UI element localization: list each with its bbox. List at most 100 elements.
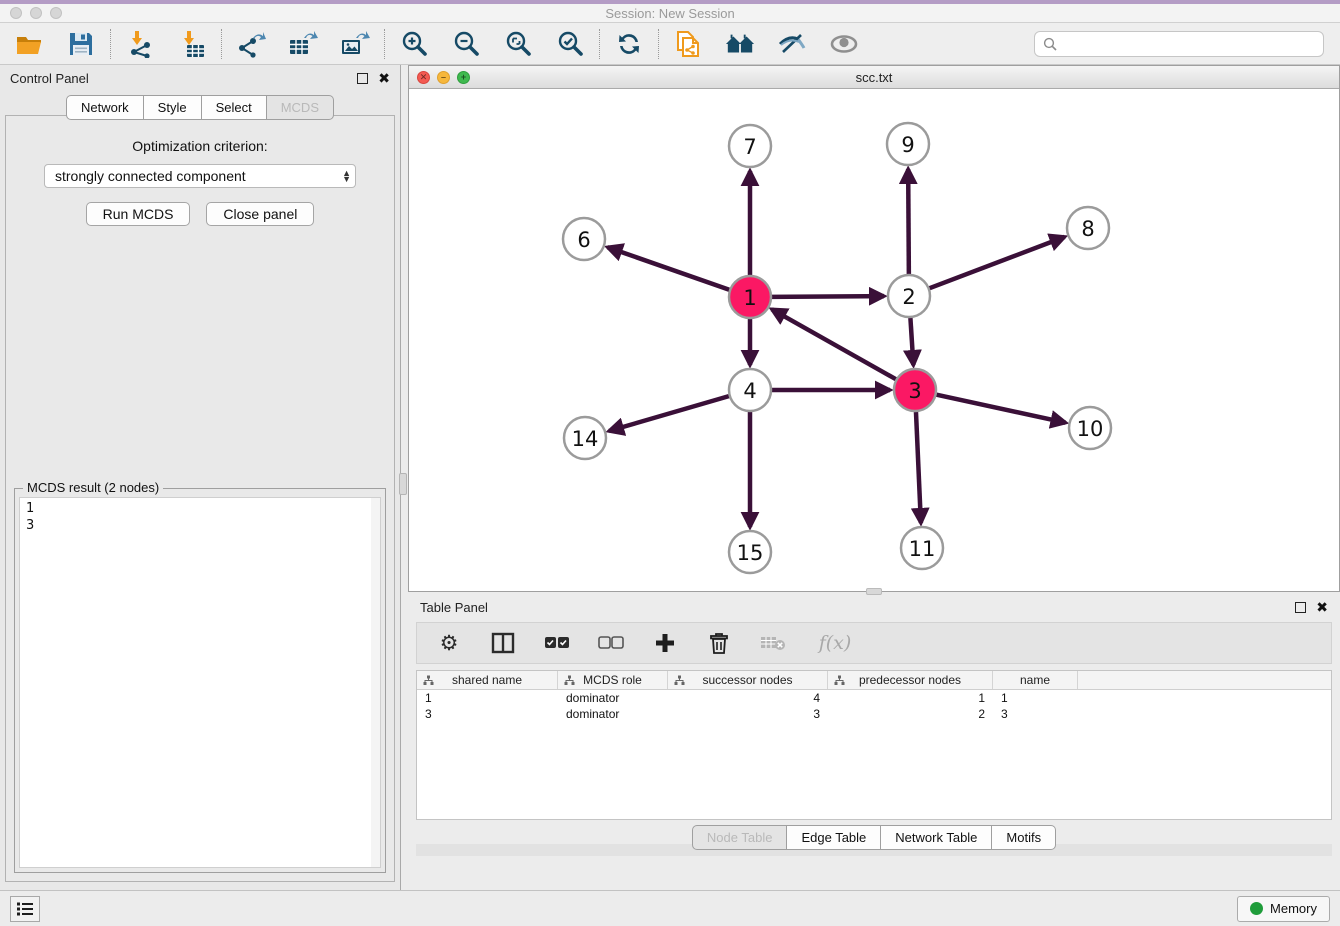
table-panel: Table Panel ✖ ⚙ bbox=[408, 594, 1340, 890]
split-view-icon[interactable] bbox=[489, 629, 517, 657]
graph-edge-3-11[interactable] bbox=[916, 412, 921, 523]
select-all-icon[interactable] bbox=[543, 629, 571, 657]
table-float-panel-icon[interactable] bbox=[1295, 602, 1306, 613]
graph-edge-3-10[interactable] bbox=[936, 395, 1065, 423]
refresh-icon[interactable] bbox=[614, 29, 644, 59]
memory-button[interactable]: Memory bbox=[1237, 896, 1330, 922]
table-cell[interactable]: 2 bbox=[828, 707, 993, 721]
memory-button-label: Memory bbox=[1270, 901, 1317, 916]
table-close-panel-icon[interactable]: ✖ bbox=[1316, 600, 1328, 614]
result-scrollbar[interactable] bbox=[371, 498, 380, 867]
network-graph[interactable]: 1 2 3 4 6 7 8 9 10 11 14 15 bbox=[409, 89, 1339, 591]
delete-table-icon[interactable] bbox=[759, 629, 787, 657]
tab-style[interactable]: Style bbox=[144, 95, 202, 120]
gear-icon[interactable]: ⚙ bbox=[435, 629, 463, 657]
zoom-fit-icon[interactable] bbox=[503, 29, 533, 59]
vertical-splitter-handle[interactable] bbox=[399, 473, 407, 495]
column-header-shared-name[interactable]: shared name bbox=[417, 671, 558, 689]
hide-selected-icon[interactable] bbox=[777, 29, 807, 59]
tab-node-table[interactable]: Node Table bbox=[692, 825, 788, 850]
graph-node-14[interactable]: 14 bbox=[564, 417, 606, 459]
mcds-result-group: MCDS result (2 nodes) 1 3 bbox=[14, 488, 386, 873]
tab-select[interactable]: Select bbox=[202, 95, 267, 120]
window-title: Session: New Session bbox=[0, 6, 1340, 21]
mcds-result-text[interactable]: 1 3 bbox=[19, 497, 381, 868]
graph-node-10[interactable]: 10 bbox=[1069, 407, 1111, 449]
criterion-select[interactable]: strongly connected component ▲▼ bbox=[44, 164, 356, 188]
graph-edge-1-2[interactable] bbox=[772, 296, 884, 297]
control-panel: Control Panel ✖ Network Style Select MCD… bbox=[0, 65, 401, 890]
table-cell[interactable]: 4 bbox=[668, 691, 828, 705]
column-header-successor-nodes[interactable]: successor nodes bbox=[668, 671, 828, 689]
graph-node-9[interactable]: 9 bbox=[887, 123, 929, 165]
network-canvas[interactable]: 1 2 3 4 6 7 8 9 10 11 14 15 bbox=[409, 89, 1339, 591]
table-body: 1dominator4113dominator323 bbox=[417, 690, 1331, 722]
column-header-predecessor-nodes[interactable]: predecessor nodes bbox=[828, 671, 993, 689]
task-history-button[interactable] bbox=[10, 896, 40, 922]
zoom-in-icon[interactable] bbox=[399, 29, 429, 59]
horizontal-splitter-handle[interactable] bbox=[866, 588, 882, 595]
svg-text:2: 2 bbox=[902, 285, 915, 309]
delete-column-icon[interactable] bbox=[705, 629, 733, 657]
graph-node-2[interactable]: 2 bbox=[888, 275, 930, 317]
save-session-icon[interactable] bbox=[66, 29, 96, 59]
graph-node-8[interactable]: 8 bbox=[1067, 207, 1109, 249]
export-image-icon[interactable] bbox=[340, 29, 370, 59]
table-cell[interactable]: 3 bbox=[993, 707, 1078, 721]
table-row[interactable]: 3dominator323 bbox=[417, 706, 1331, 722]
table-cell[interactable]: dominator bbox=[558, 691, 668, 705]
tab-network[interactable]: Network bbox=[66, 95, 144, 120]
add-column-icon[interactable] bbox=[651, 629, 679, 657]
table-cell[interactable]: 3 bbox=[668, 707, 828, 721]
search-input[interactable] bbox=[1063, 36, 1315, 51]
graph-node-6[interactable]: 6 bbox=[563, 218, 605, 260]
column-header-MCDS-role[interactable]: MCDS role bbox=[558, 671, 668, 689]
graph-node-4[interactable]: 4 bbox=[729, 369, 771, 411]
graph-edge-3-1[interactable] bbox=[772, 309, 896, 379]
import-table-icon[interactable] bbox=[177, 29, 207, 59]
network-view-title: scc.txt bbox=[409, 70, 1339, 85]
graph-node-7[interactable]: 7 bbox=[729, 125, 771, 167]
tab-edge-table[interactable]: Edge Table bbox=[787, 825, 881, 850]
export-network-icon[interactable] bbox=[236, 29, 266, 59]
table-row[interactable]: 1dominator411 bbox=[417, 690, 1331, 706]
graph-edge-2-3[interactable] bbox=[910, 318, 913, 365]
tab-motifs[interactable]: Motifs bbox=[992, 825, 1056, 850]
export-table-icon[interactable] bbox=[288, 29, 318, 59]
table-panel-title: Table Panel bbox=[420, 600, 488, 615]
graph-node-15[interactable]: 15 bbox=[729, 531, 771, 573]
import-network-icon[interactable] bbox=[125, 29, 155, 59]
close-panel-button[interactable]: Close panel bbox=[206, 202, 314, 226]
graph-node-3[interactable]: 3 bbox=[894, 369, 936, 411]
tab-network-table[interactable]: Network Table bbox=[881, 825, 992, 850]
deselect-all-icon[interactable] bbox=[597, 629, 625, 657]
graph-edge-2-8[interactable] bbox=[930, 237, 1065, 288]
search-input-wrap[interactable] bbox=[1034, 31, 1324, 57]
run-mcds-button[interactable]: Run MCDS bbox=[86, 202, 191, 226]
graph-edge-4-14[interactable] bbox=[609, 396, 729, 431]
float-panel-icon[interactable] bbox=[357, 73, 368, 84]
network-view-titlebar[interactable]: ✕ – + scc.txt bbox=[409, 66, 1339, 89]
table-cell[interactable]: 1 bbox=[417, 691, 558, 705]
copy-network-view-icon[interactable] bbox=[673, 29, 703, 59]
table-cell[interactable]: 1 bbox=[828, 691, 993, 705]
zoom-selected-icon[interactable] bbox=[555, 29, 585, 59]
column-header-name[interactable]: name bbox=[993, 671, 1078, 689]
status-bar: Memory bbox=[0, 890, 1340, 926]
close-panel-icon[interactable]: ✖ bbox=[378, 71, 390, 85]
graph-edge-2-9[interactable] bbox=[908, 169, 909, 274]
node-table[interactable]: shared nameMCDS rolesuccessor nodesprede… bbox=[416, 670, 1332, 820]
table-cell[interactable]: dominator bbox=[558, 707, 668, 721]
graph-node-11[interactable]: 11 bbox=[901, 527, 943, 569]
show-all-icon[interactable] bbox=[829, 29, 859, 59]
open-session-icon[interactable] bbox=[14, 29, 44, 59]
table-cell[interactable]: 1 bbox=[993, 691, 1078, 705]
graph-edge-1-6[interactable] bbox=[608, 247, 730, 289]
function-builder-icon[interactable]: f(x) bbox=[813, 629, 857, 657]
table-cell[interactable]: 3 bbox=[417, 707, 558, 721]
hierarchy-icon bbox=[564, 675, 575, 686]
tab-mcds[interactable]: MCDS bbox=[267, 95, 334, 120]
zoom-out-icon[interactable] bbox=[451, 29, 481, 59]
home-layout-icon[interactable] bbox=[725, 29, 755, 59]
graph-node-1[interactable]: 1 bbox=[729, 276, 771, 318]
